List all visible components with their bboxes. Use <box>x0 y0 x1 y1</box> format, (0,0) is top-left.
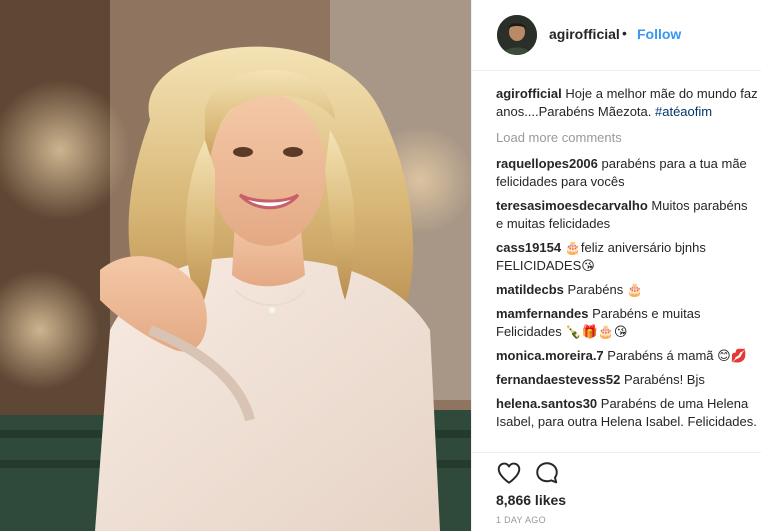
comment-username[interactable]: mamfernandes <box>496 306 588 321</box>
avatar[interactable] <box>497 15 537 55</box>
post-timestamp[interactable]: 1 DAY AGO <box>496 515 546 525</box>
comments-list: agirofficial Hoje a melhor mãe do mundo … <box>496 85 758 437</box>
comment-item: raquellopes2006 parabéns para a tua mãe … <box>496 155 758 191</box>
instagram-post: agirofficial • Follow agirofficial Hoje … <box>0 0 761 531</box>
actions-divider <box>472 452 761 453</box>
portrait-image <box>0 0 471 531</box>
comment-text: Parabéns! Bjs <box>623 372 705 387</box>
comment-username[interactable]: matildecbs <box>496 282 564 297</box>
comment-username[interactable]: cass19154 <box>496 240 561 255</box>
comment-text: Parabéns á mamã 😊💋 <box>607 348 747 363</box>
comment-item: monica.moreira.7 Parabéns á mamã 😊💋 <box>496 347 758 365</box>
comment-text: Parabéns 🎂 <box>567 282 643 297</box>
comment-item: cass19154 🎂feliz aniversário bjnhs FELIC… <box>496 239 758 275</box>
comment-username[interactable]: raquellopes2006 <box>496 156 598 171</box>
post-header: agirofficial • Follow <box>472 0 761 71</box>
comment-username[interactable]: monica.moreira.7 <box>496 348 604 363</box>
avatar-image <box>497 15 537 55</box>
comment-username[interactable]: teresasimoesdecarvalho <box>496 198 648 213</box>
comment-item: helena.santos30 Parabéns de uma Helena I… <box>496 395 758 431</box>
heart-icon[interactable] <box>496 460 522 486</box>
comment-item: teresasimoesdecarvalho Muitos parabéns e… <box>496 197 758 233</box>
load-more-comments[interactable]: Load more comments <box>496 129 758 147</box>
comment-item: mamfernandes Parabéns e muitas Felicidad… <box>496 305 758 341</box>
comment-icon[interactable] <box>534 460 560 486</box>
caption-username[interactable]: agirofficial <box>496 86 562 101</box>
caption-hashtag[interactable]: #atéaofim <box>655 104 712 119</box>
header-separator: • <box>622 25 627 41</box>
comment-item: fernandaestevess52 Parabéns! Bjs <box>496 371 758 389</box>
follow-button[interactable]: Follow <box>637 26 681 42</box>
caption: agirofficial Hoje a melhor mãe do mundo … <box>496 85 758 121</box>
likes-count[interactable]: 8,866 likes <box>496 492 566 508</box>
post-photo[interactable] <box>0 0 471 531</box>
comment-item: matildecbs Parabéns 🎂 <box>496 281 758 299</box>
comment-username[interactable]: helena.santos30 <box>496 396 597 411</box>
post-side-panel: agirofficial • Follow agirofficial Hoje … <box>471 0 761 531</box>
header-username[interactable]: agirofficial <box>549 26 620 42</box>
comment-username[interactable]: fernandaestevess52 <box>496 372 620 387</box>
